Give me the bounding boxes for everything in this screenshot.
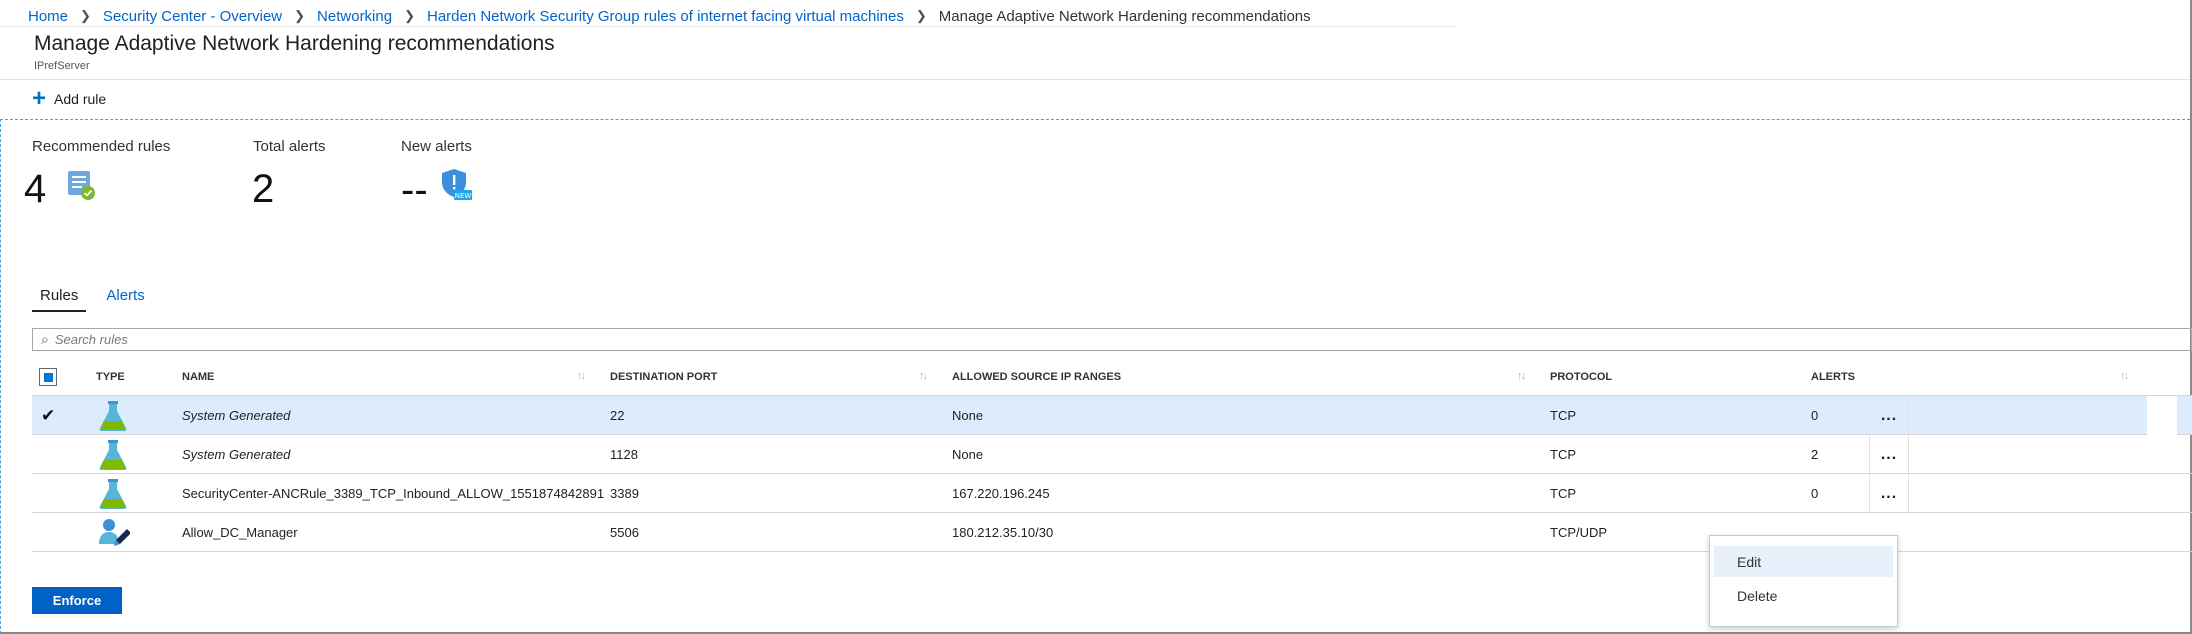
search-placeholder: Search rules — [54, 332, 128, 347]
search-icon: ⌕ — [41, 331, 49, 347]
alerts-count: 2 — [1811, 447, 1819, 462]
allowed-source-ip: None — [952, 408, 984, 423]
column-header-type: TYPE — [96, 371, 125, 383]
protocol: TCP/UDP — [1550, 525, 1608, 540]
add-rule-button[interactable]: + Add rule — [32, 85, 107, 112]
allowed-source-ip: 180.212.35.10/30 — [952, 525, 1054, 540]
user-edit-icon — [96, 513, 130, 552]
row-end-cell — [2147, 396, 2177, 435]
protocol: TCP — [1550, 447, 1576, 462]
menu-item-edit[interactable]: Edit — [1714, 546, 1893, 577]
breadcrumb-current: Manage Adaptive Network Hardening recomm… — [938, 7, 1311, 25]
focus-outline-top — [0, 119, 2190, 120]
more-actions-button[interactable]: ... — [1869, 435, 1909, 474]
alerts-count: 0 — [1811, 408, 1819, 423]
enforce-button[interactable]: Enforce — [32, 587, 122, 614]
destination-port: 22 — [610, 408, 625, 423]
focus-outline-left — [0, 119, 1, 634]
chevron-right-icon: ❯ — [915, 8, 927, 23]
column-header-allowed-source-ip[interactable]: ALLOWED SOURCE IP RANGES — [952, 358, 1121, 396]
stat-value: -- — [401, 167, 428, 212]
destination-port: 3389 — [610, 486, 639, 501]
rules-scroll-icon — [64, 167, 98, 212]
stat-value-row: 4 — [24, 167, 170, 212]
stat-label: New alerts — [401, 138, 472, 155]
stat-label: Total alerts — [253, 138, 326, 155]
tab-strip: Rules Alerts — [32, 287, 165, 312]
checkbox-box — [39, 368, 57, 386]
stat-label: Recommended rules — [32, 138, 171, 155]
chevron-right-icon: ❯ — [404, 8, 415, 23]
sort-icon[interactable]: ↑↓ — [919, 370, 928, 382]
page-title: Manage Adaptive Network Hardening recomm… — [34, 32, 555, 55]
stat-value: 4 — [24, 167, 47, 211]
new-alert-shield-icon: NEW — [438, 167, 474, 213]
destination-port: 1128 — [610, 447, 638, 462]
chevron-right-icon: ❯ — [294, 8, 306, 23]
breadcrumb-security-center[interactable]: Security Center - Overview — [103, 8, 282, 25]
breadcrumb-divider — [0, 26, 1455, 27]
protocol: TCP — [1550, 408, 1576, 423]
protocol: TCP — [1550, 486, 1576, 501]
page-subtitle: IPrefServer — [34, 60, 90, 72]
stat-value: 2 — [252, 167, 275, 211]
row-checkbox-checked[interactable]: ✔ — [41, 396, 55, 435]
column-header-protocol: PROTOCOL — [1550, 371, 1613, 383]
allowed-source-ip: 167.220.196.245 — [952, 486, 1050, 501]
allowed-source-ip: None — [952, 447, 984, 462]
table-row[interactable]: SecurityCenter-ANCRule_3389_TCP_Inbound_… — [32, 474, 2192, 513]
breadcrumb-home[interactable]: Home — [28, 8, 68, 25]
column-header-alerts[interactable]: ALERTS — [1811, 358, 1855, 396]
checkmark-icon: ✔ — [41, 405, 56, 425]
row-context-menu: Edit Delete — [1709, 535, 1898, 627]
flask-icon — [96, 396, 130, 435]
plus-icon: + — [32, 85, 47, 112]
svg-text:NEW: NEW — [454, 192, 471, 200]
breadcrumb-harden-nsg[interactable]: Harden Network Security Group rules of i… — [427, 8, 904, 25]
rule-name: SecurityCenter-ANCRule_3389_TCP_Inbound_… — [182, 486, 605, 501]
destination-port: 5506 — [610, 525, 639, 540]
stat-total-alerts: Total alerts 2 — [252, 138, 326, 212]
breadcrumb: Home ❯ Security Center - Overview ❯ Netw… — [28, 6, 1311, 26]
flask-icon — [96, 435, 130, 474]
flask-icon — [96, 474, 130, 513]
more-actions-button[interactable]: ... — [1869, 396, 1909, 435]
table-header: TYPE NAME ↑↓ DESTINATION PORT ↑↓ ALLOWED… — [32, 358, 2192, 396]
tab-rules[interactable]: Rules — [32, 287, 87, 312]
stat-value-row: -- NEW — [401, 167, 474, 213]
select-all-checkbox[interactable] — [39, 358, 57, 396]
column-header-destination-port[interactable]: DESTINATION PORT — [610, 358, 717, 396]
breadcrumb-networking[interactable]: Networking — [317, 8, 392, 25]
more-actions-button[interactable]: ... — [1869, 474, 1909, 513]
column-header-name[interactable]: NAME — [182, 358, 214, 396]
title-divider — [0, 79, 2190, 80]
sort-icon[interactable]: ↑↓ — [577, 370, 586, 382]
add-rule-label: Add rule — [54, 91, 107, 107]
tab-alerts[interactable]: Alerts — [98, 287, 152, 312]
sort-icon[interactable]: ↑↓ — [2120, 370, 2129, 382]
stat-new-alerts: New alerts -- NEW — [401, 138, 474, 213]
rules-table: TYPE NAME ↑↓ DESTINATION PORT ↑↓ ALLOWED… — [32, 358, 2192, 552]
search-rules-input[interactable]: ⌕ Search rules — [32, 328, 2192, 351]
table-row[interactable]: System Generated 1128 None TCP 2 ... — [32, 435, 2192, 474]
rule-name: Allow_DC_Manager — [182, 525, 298, 540]
chevron-right-icon: ❯ — [80, 8, 91, 23]
alerts-count: 0 — [1811, 486, 1819, 501]
stat-value-row: 2 — [252, 167, 326, 212]
rule-name: System Generated — [182, 408, 291, 423]
sort-icon[interactable]: ↑↓ — [1517, 370, 1526, 382]
table-row[interactable]: ✔ System Generated 22 None TCP 0 ... — [32, 396, 2192, 435]
rule-name: System Generated — [182, 447, 291, 462]
checkbox-indeterminate-mark — [43, 372, 53, 382]
menu-item-delete[interactable]: Delete — [1714, 580, 1893, 611]
stat-recommended-rules: Recommended rules 4 — [24, 138, 171, 212]
